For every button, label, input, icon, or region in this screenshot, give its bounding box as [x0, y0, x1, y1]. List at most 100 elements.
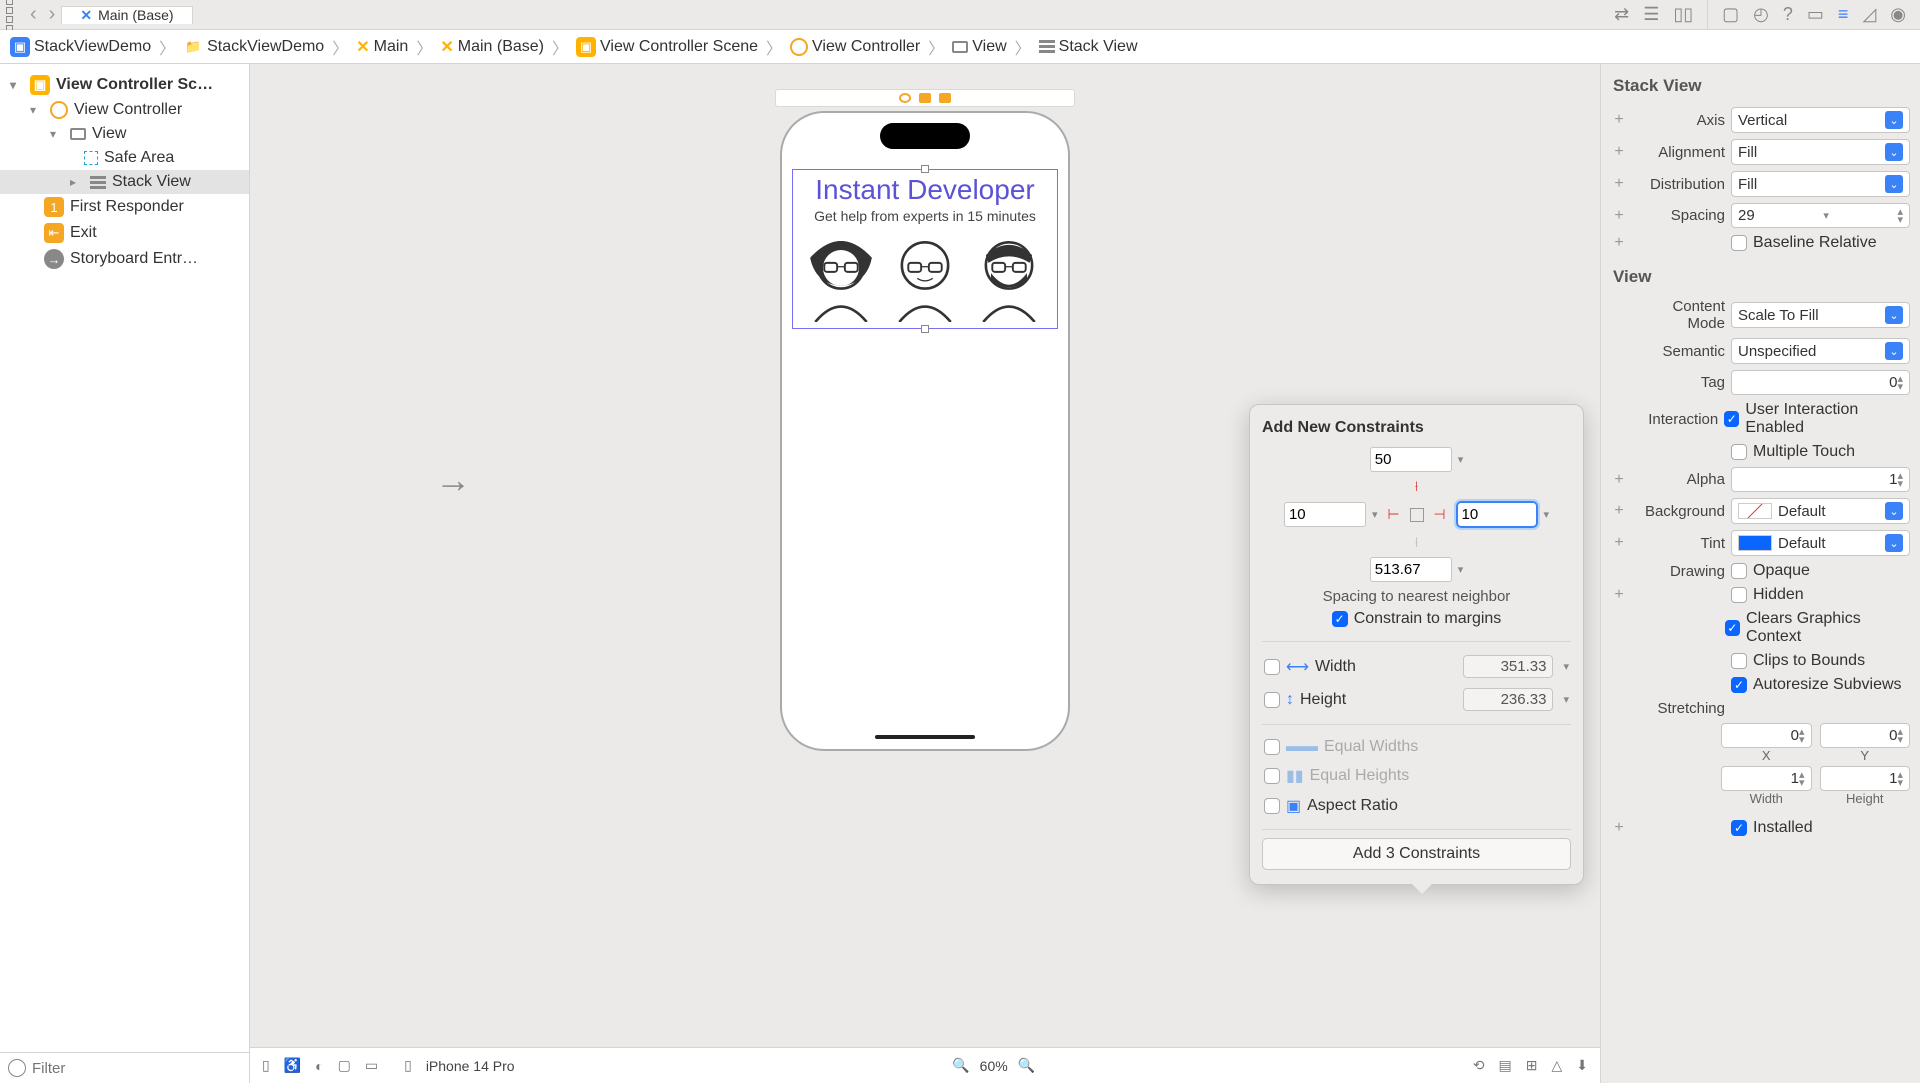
scene-dock[interactable]	[775, 89, 1075, 107]
connections-inspector-icon[interactable]: ◉	[1890, 4, 1906, 25]
dock-vc-icon[interactable]	[899, 93, 911, 103]
zoom-in-icon[interactable]: 🔍	[1018, 1057, 1035, 1074]
width-value[interactable]: 351.33	[1463, 655, 1553, 678]
dock-exit-icon[interactable]	[939, 93, 951, 103]
crumb-vc[interactable]: View Controller	[812, 38, 920, 56]
add-editor-icon[interactable]: ▯▯	[1673, 4, 1693, 25]
accessibility-icon[interactable]: ♿	[284, 1057, 301, 1074]
autoresize-checkbox[interactable]: ✓Autoresize Subviews	[1731, 676, 1902, 694]
crumb-stack[interactable]: Stack View	[1059, 38, 1138, 56]
zoom-out-icon[interactable]: 🔍	[952, 1057, 969, 1074]
hidden-checkbox[interactable]: Hidden	[1731, 586, 1804, 604]
plus-icon[interactable]: +	[1611, 819, 1627, 837]
width-row[interactable]: ⟷Width351.33▾	[1262, 650, 1571, 683]
checkbox-icon[interactable]	[1264, 798, 1280, 814]
bottom-ibar-icon[interactable]: ⟊	[1407, 534, 1427, 551]
tree-first-responder[interactable]: 1First Responder	[0, 194, 249, 220]
help-inspector-icon[interactable]: ?	[1783, 4, 1793, 25]
update-frames-icon[interactable]: ⟲	[1473, 1057, 1485, 1074]
clips-checkbox[interactable]: Clips to Bounds	[1731, 652, 1865, 670]
plus-icon[interactable]: +	[1611, 502, 1627, 520]
plus-icon[interactable]: +	[1611, 207, 1627, 225]
dock-first-responder-icon[interactable]	[919, 93, 931, 103]
stackview-selection[interactable]: Instant Developer Get help from experts …	[792, 169, 1058, 329]
spacing-field[interactable]: 29▾▴▾	[1731, 203, 1910, 228]
plus-icon[interactable]: +	[1611, 143, 1627, 161]
resize-handle-bottom[interactable]	[921, 325, 929, 333]
left-constraint-field[interactable]	[1284, 502, 1366, 527]
top-ibar-icon[interactable]: ⟊	[1407, 478, 1427, 495]
stretch-x[interactable]: 0▴▾	[1721, 723, 1812, 748]
crumb-project[interactable]: StackViewDemo	[34, 38, 151, 56]
tree-segue[interactable]: →Storyboard Entr…	[0, 246, 249, 272]
plus-icon[interactable]: +	[1611, 534, 1627, 552]
size-inspector-icon[interactable]: ◿	[1862, 4, 1876, 25]
crumb-folder[interactable]: StackViewDemo	[207, 38, 324, 56]
nav-back[interactable]: ‹	[24, 3, 43, 26]
add-constraints-button[interactable]: Add 3 Constraints	[1262, 838, 1571, 870]
right-constraint-field[interactable]	[1456, 501, 1538, 528]
filter-icon[interactable]	[8, 1059, 26, 1077]
plus-icon[interactable]: +	[1611, 175, 1627, 193]
resize-handle-top[interactable]	[921, 165, 929, 173]
semantic-select[interactable]: Unspecified⌄	[1731, 338, 1910, 364]
appearance-icon[interactable]: ◐	[315, 1058, 323, 1074]
opaque-checkbox[interactable]: Opaque	[1731, 562, 1810, 580]
crumb-base[interactable]: Main (Base)	[458, 38, 544, 56]
top-constraint-field[interactable]	[1370, 447, 1452, 472]
filter-input[interactable]	[32, 1060, 241, 1077]
nav-sync-icon[interactable]: ⇄	[1614, 4, 1629, 25]
attributes-inspector-icon[interactable]: ≡	[1838, 4, 1849, 25]
alpha-field[interactable]: 1▴▾	[1731, 467, 1910, 492]
tree-scene[interactable]: ▾▣View Controller Sc…	[0, 72, 249, 98]
trait-icon[interactable]: ▭	[365, 1057, 378, 1074]
background-select[interactable]: Default⌄	[1731, 498, 1910, 524]
panel-toggle-icon[interactable]: ▯	[262, 1057, 270, 1074]
tab-main-base[interactable]: ✕ Main (Base)	[61, 6, 192, 24]
stretch-h[interactable]: 1▴▾	[1820, 766, 1911, 791]
tree-exit[interactable]: ⇤Exit	[0, 220, 249, 246]
axis-select[interactable]: Vertical⌄	[1731, 107, 1910, 133]
plus-icon[interactable]: +	[1611, 111, 1627, 129]
nav-forward[interactable]: ›	[43, 3, 62, 26]
align-icon[interactable]: ▤	[1499, 1057, 1512, 1074]
clears-checkbox[interactable]: ✓Clears Graphics Context	[1725, 610, 1910, 646]
file-inspector-icon[interactable]: ▢	[1722, 4, 1739, 25]
right-ibar-icon[interactable]: ⊣	[1430, 506, 1450, 523]
aspect-ratio-row[interactable]: ▣Aspect Ratio	[1262, 791, 1571, 821]
tree-safearea[interactable]: Safe Area	[0, 146, 249, 170]
checkbox-icon[interactable]: ✓	[1332, 611, 1348, 627]
checkbox-icon[interactable]	[1264, 692, 1280, 708]
constrain-margins-row[interactable]: ✓Constrain to margins	[1262, 605, 1571, 633]
height-row[interactable]: ↕Height236.33▾	[1262, 683, 1571, 716]
distribution-select[interactable]: Fill⌄	[1731, 171, 1910, 197]
resolve-icon[interactable]: △	[1552, 1057, 1563, 1074]
plus-icon[interactable]: +	[1611, 586, 1627, 604]
height-value[interactable]: 236.33	[1463, 688, 1553, 711]
ib-canvas[interactable]: → Instant Developer Get help from expert…	[250, 64, 1600, 1083]
checkbox-icon[interactable]	[1264, 659, 1280, 675]
multitouch-checkbox[interactable]: Multiple Touch	[1731, 443, 1855, 461]
zoom-level[interactable]: 60%	[980, 1058, 1008, 1074]
phone-view[interactable]: Instant Developer Get help from experts …	[780, 111, 1070, 751]
baseline-checkbox[interactable]: Baseline Relative	[1731, 234, 1877, 252]
crumb-file[interactable]: Main	[374, 38, 409, 56]
pin-icon[interactable]: ⊞	[1526, 1057, 1538, 1074]
tag-field[interactable]: 0▴▾	[1731, 370, 1910, 395]
content-mode-select[interactable]: Scale To Fill⌄	[1731, 302, 1910, 328]
crumb-scene[interactable]: View Controller Scene	[600, 38, 758, 56]
project-icon[interactable]: ▣	[10, 37, 30, 57]
plus-icon[interactable]: +	[1611, 234, 1627, 252]
tree-view[interactable]: ▾View	[0, 122, 249, 146]
outline-lines-icon[interactable]: ☰	[1643, 4, 1659, 25]
orientation-icon[interactable]: ▢	[338, 1057, 351, 1074]
device-icon[interactable]: ▯	[404, 1057, 412, 1074]
installed-checkbox[interactable]: ✓Installed	[1731, 819, 1813, 837]
alignment-select[interactable]: Fill⌄	[1731, 139, 1910, 165]
stretch-w[interactable]: 1▴▾	[1721, 766, 1812, 791]
tint-select[interactable]: Default⌄	[1731, 530, 1910, 556]
bottom-constraint-field[interactable]	[1370, 557, 1452, 582]
uie-checkbox[interactable]: ✓User Interaction Enabled	[1724, 401, 1910, 437]
embed-icon[interactable]: ⬇	[1576, 1057, 1588, 1074]
crumb-view[interactable]: View	[972, 38, 1006, 56]
